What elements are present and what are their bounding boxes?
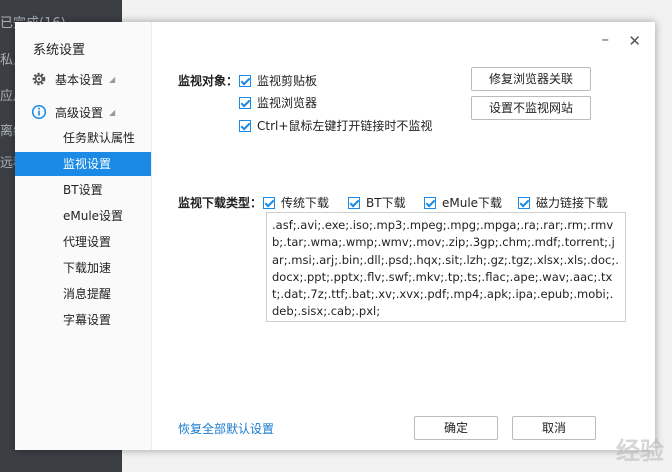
nav-item-proxy[interactable]: 代理设置 (15, 230, 151, 254)
minimize-button[interactable]: – (602, 30, 610, 48)
nav-item-emule[interactable]: eMule设置 (15, 204, 151, 228)
watermark: 经验 (616, 437, 664, 465)
checkbox-label: 磁力链接下载 (536, 196, 609, 210)
checkbox-checked-icon (348, 196, 360, 209)
nav-item-subtitles[interactable]: 字幕设置 (15, 308, 151, 332)
magnet-download-checkbox[interactable]: 磁力链接下载 (518, 194, 608, 211)
repair-browser-button[interactable]: 修复浏览器关联 (471, 67, 591, 91)
info-icon (31, 104, 47, 120)
settings-nav: 系统设置 基本设置 ◢ 高级设置 ◢ 任务默认属性 监视设置 BT设置 eMul… (15, 22, 152, 450)
expand-arrow-icon: ◢ (109, 74, 116, 84)
checkbox-checked-icon (518, 196, 530, 209)
gear-icon (31, 71, 47, 87)
ok-button[interactable]: 确定 (414, 416, 498, 440)
nav-section-basic[interactable]: 基本设置 ◢ (31, 68, 115, 90)
settings-dialog: 系统设置 基本设置 ◢ 高级设置 ◢ 任务默认属性 监视设置 BT设置 eMul… (15, 22, 655, 450)
dialog-title: 系统设置 (33, 43, 86, 58)
cancel-button[interactable]: 取消 (512, 416, 596, 440)
nav-item-bt[interactable]: BT设置 (15, 178, 151, 202)
checkbox-checked-icon (239, 96, 251, 109)
checkbox-label: 监视浏览器 (257, 96, 318, 110)
checkbox-label: eMule下载 (442, 196, 503, 210)
expand-arrow-icon: ◢ (109, 107, 116, 117)
checkbox-checked-icon (263, 196, 275, 209)
checkbox-checked-icon (424, 196, 436, 209)
nav-item-monitor[interactable]: 监视设置 (15, 152, 151, 176)
checkbox-label: Ctrl+鼠标左键打开链接时不监视 (257, 119, 433, 133)
bt-download-checkbox[interactable]: BT下载 (348, 194, 406, 211)
monitor-targets-label: 监视对象： (178, 74, 239, 88)
checkbox-label: 传统下载 (281, 196, 330, 210)
monitor-clipboard-checkbox[interactable]: 监视剪贴板 (239, 72, 317, 89)
nav-section-label: 高级设置 (55, 105, 104, 120)
nav-section-label: 基本设置 (55, 72, 104, 87)
checkbox-label: BT下载 (366, 196, 406, 210)
monitor-browser-checkbox[interactable]: 监视浏览器 (239, 94, 317, 111)
ctrl-click-no-monitor-checkbox[interactable]: Ctrl+鼠标左键打开链接时不监视 (239, 117, 432, 134)
exclude-sites-button[interactable]: 设置不监视网站 (471, 96, 591, 120)
download-types-label: 监视下载类型： (178, 196, 263, 210)
checkbox-checked-icon (239, 119, 251, 132)
close-button[interactable]: ✕ (628, 32, 641, 50)
extensions-textarea[interactable]: .asf;.avi;.exe;.iso;.mp3;.mpeg;.mpg;.mpg… (266, 212, 626, 322)
restore-defaults-link[interactable]: 恢复全部默认设置 (178, 420, 274, 437)
checkbox-label: 监视剪贴板 (257, 74, 318, 88)
nav-section-advanced[interactable]: 高级设置 ◢ (31, 101, 115, 123)
nav-item-download-boost[interactable]: 下载加速 (15, 256, 151, 280)
checkbox-checked-icon (239, 74, 251, 87)
emule-download-checkbox[interactable]: eMule下载 (424, 194, 502, 211)
nav-item-notifications[interactable]: 消息提醒 (15, 282, 151, 306)
traditional-download-checkbox[interactable]: 传统下载 (263, 194, 329, 211)
nav-item-task-defaults[interactable]: 任务默认属性 (15, 126, 151, 150)
